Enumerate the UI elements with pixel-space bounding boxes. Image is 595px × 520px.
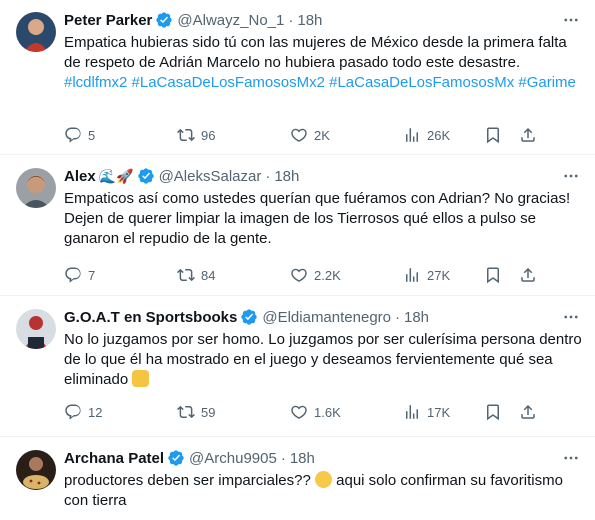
author-name[interactable]: Peter Parker [64, 12, 152, 29]
tweet-alex[interactable]: Alex 🌊🚀 @AleksSalazar · 18h Empaticos as… [0, 156, 595, 296]
views-icon [406, 405, 418, 419]
tweet-archana-patel[interactable]: Archana Patel @Archu9905 · 18h productor… [0, 438, 595, 520]
repost-count: 84 [201, 267, 216, 283]
more-options-icon[interactable] [561, 166, 581, 186]
like-button[interactable]: 1.6K [290, 403, 341, 421]
like-count: 2.2K [314, 267, 341, 283]
repost-icon [177, 128, 195, 142]
views-icon [406, 268, 418, 282]
tweet-header: Peter Parker @Alwayz_No_1 · 18h [64, 10, 322, 30]
reply-icon [65, 127, 81, 143]
author-name[interactable]: Alex [64, 168, 96, 185]
timestamp[interactable]: 18h [274, 168, 299, 185]
share-button[interactable] [519, 126, 537, 149]
tweet-text: Empaticos así como ustedes querían que f… [64, 189, 586, 249]
name-emojis: 🌊🚀 [98, 168, 134, 184]
share-button[interactable] [519, 403, 537, 426]
repost-button[interactable]: 59 [177, 403, 215, 421]
verified-badge-icon [137, 167, 155, 185]
bookmark-icon [487, 127, 499, 144]
like-count: 1.6K [314, 404, 341, 420]
avatar[interactable] [16, 450, 56, 490]
verified-badge-icon [155, 11, 173, 29]
bookmark-button[interactable] [484, 403, 502, 426]
author-name[interactable]: Archana Patel [64, 450, 164, 467]
hashtag-links[interactable]: #lcdlfmx2 #LaCasaDeLosFamososMx2 #LaCasa… [64, 74, 576, 91]
repost-icon [177, 405, 195, 419]
tweet-goat-sportsbooks[interactable]: G.O.A.T en Sportsbooks @Eldiamantenegro … [0, 297, 595, 437]
reply-button[interactable]: 7 [64, 266, 95, 284]
view-count: 17K [427, 404, 451, 420]
reply-icon [65, 267, 81, 283]
thumbs-up-emoji-icon [132, 370, 150, 387]
author-handle[interactable]: @Eldiamantenegro [262, 309, 391, 326]
heart-icon [291, 405, 307, 419]
more-options-icon[interactable] [561, 307, 581, 327]
separator-dot: · [280, 449, 286, 467]
separator-dot: · [288, 11, 294, 29]
views-button[interactable]: 17K [403, 403, 450, 421]
author-name[interactable]: G.O.A.T en Sportsbooks [64, 309, 237, 326]
reply-button[interactable]: 12 [64, 403, 102, 421]
views-button[interactable]: 26K [403, 126, 450, 144]
more-options-icon[interactable] [561, 10, 581, 30]
reply-button[interactable]: 5 [64, 126, 95, 144]
reply-count: 5 [88, 127, 96, 143]
avatar[interactable] [16, 168, 56, 208]
repost-icon [177, 268, 195, 282]
repost-count: 96 [201, 127, 216, 143]
share-button[interactable] [519, 266, 537, 289]
view-count: 26K [427, 127, 451, 143]
tweet-text: Empatica hubieras sido tú con las mujere… [64, 33, 586, 93]
bookmark-button[interactable] [484, 126, 502, 149]
timestamp[interactable]: 18h [290, 450, 315, 467]
share-icon [521, 127, 535, 142]
heart-icon [291, 268, 307, 282]
more-options-icon[interactable] [561, 448, 581, 468]
avatar[interactable] [16, 12, 56, 52]
timestamp[interactable]: 18h [404, 309, 429, 326]
repost-count: 59 [201, 404, 216, 420]
reply-count: 12 [88, 404, 103, 420]
tweet-text-main: Empaticos así como ustedes querían que f… [64, 190, 571, 247]
share-icon [521, 404, 535, 419]
repost-button[interactable]: 96 [177, 126, 215, 144]
verified-badge-icon [240, 308, 258, 326]
tweet-peter-parker[interactable]: Peter Parker @Alwayz_No_1 · 18h Empatica… [0, 0, 595, 155]
author-handle[interactable]: @Alwayz_No_1 [177, 12, 284, 29]
bookmark-icon [487, 404, 499, 421]
tweet-text-main: Empatica hubieras sido tú con las mujere… [64, 34, 567, 71]
views-icon [406, 128, 418, 142]
action-bar: 5 96 2K 26K [64, 126, 586, 146]
view-count: 27K [427, 267, 451, 283]
repost-button[interactable]: 84 [177, 266, 215, 284]
like-count: 2K [314, 127, 330, 143]
tweet-header: Archana Patel @Archu9905 · 18h [64, 448, 315, 468]
reply-icon [65, 404, 81, 420]
bookmark-icon [487, 267, 499, 284]
author-handle[interactable]: @AleksSalazar [159, 168, 262, 185]
reply-count: 7 [88, 267, 96, 283]
share-icon [521, 267, 535, 282]
heart-icon [291, 128, 307, 142]
tweet-header: G.O.A.T en Sportsbooks @Eldiamantenegro … [64, 307, 429, 327]
tweet-feed: Peter Parker @Alwayz_No_1 · 18h Empatica… [0, 0, 595, 520]
bookmark-button[interactable] [484, 266, 502, 289]
tweet-text-part-1: productores deben ser imparciales?? [64, 472, 311, 489]
like-button[interactable]: 2.2K [290, 266, 341, 284]
author-handle[interactable]: @Archu9905 [189, 450, 277, 467]
action-bar: 7 84 2.2K 27K [64, 266, 586, 286]
tweet-header: Alex 🌊🚀 @AleksSalazar · 18h [64, 166, 299, 186]
tweet-text: productores deben ser imparciales?? aqui… [64, 471, 586, 511]
like-button[interactable]: 2K [290, 126, 330, 144]
worried-face-emoji-icon [314, 471, 332, 488]
tweet-text: No lo juzgamos por ser homo. Lo juzgamos… [64, 330, 586, 390]
separator-dot: · [265, 167, 271, 185]
verified-badge-icon [167, 449, 185, 467]
separator-dot: · [395, 308, 400, 326]
views-button[interactable]: 27K [403, 266, 450, 284]
avatar[interactable] [16, 309, 56, 349]
action-bar: 12 59 1.6K 17K [64, 403, 586, 423]
timestamp[interactable]: 18h [297, 12, 322, 29]
